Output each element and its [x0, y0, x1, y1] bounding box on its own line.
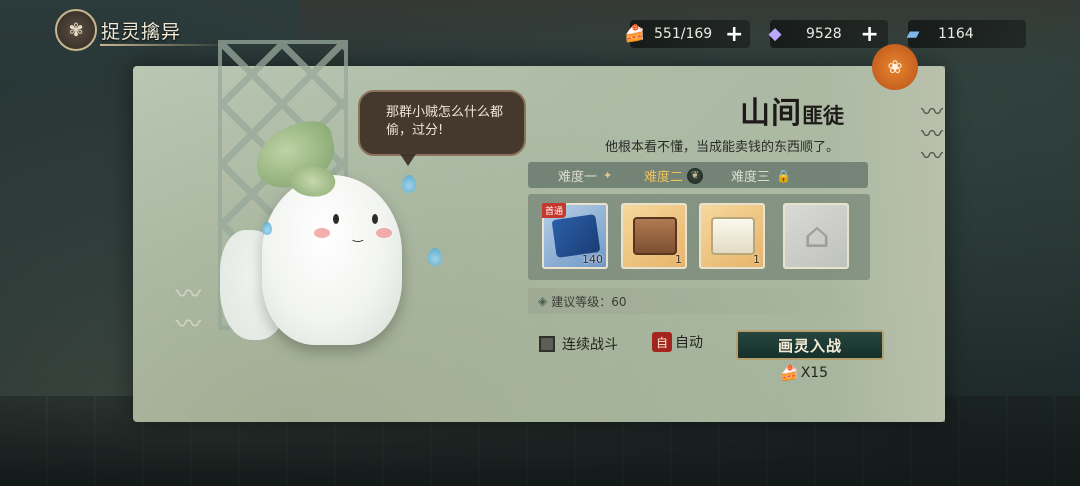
stage-name-sub: 匪徒 [802, 103, 844, 128]
cake-icon: 🍰 [780, 364, 799, 382]
brush-decoration: 〰〰 [171, 280, 201, 340]
calligraphy-decoration: 〰〰〰 [917, 100, 942, 166]
unknown-item-icon: ⌂ [804, 216, 830, 256]
stage-title: 山间匪徒 [740, 88, 844, 132]
reward-count: 140 [582, 253, 603, 266]
ornament-icon: ❦ [687, 167, 704, 184]
tab-label: 难度三 [731, 170, 771, 185]
cost-value: X15 [800, 365, 829, 381]
reward-unknown[interactable]: ⌂ [783, 203, 849, 269]
auto-icon: 自 [652, 332, 672, 352]
butterfly-icon[interactable]: ✾ [55, 9, 97, 51]
speech-bubble-tail [400, 154, 416, 166]
sparkle-icon: ✦ [603, 169, 613, 182]
tab-difficulty-1[interactable]: 难度一 ✦ [558, 166, 612, 185]
chest-icon [633, 217, 677, 255]
add-cake-button[interactable]: + [722, 22, 746, 47]
box-icon [711, 217, 755, 255]
ghost-eye [372, 214, 378, 224]
ticket-icon: ▰ [906, 24, 920, 44]
resource-value: 9528 [806, 26, 842, 42]
title-underline [100, 44, 230, 46]
wisp-icon [428, 248, 442, 266]
reward-book[interactable]: 首通 140 [542, 203, 608, 269]
suggested-level-text: 建议等级：60 [551, 294, 627, 309]
tab-label: 难度二 [644, 170, 684, 185]
reward-count: 1 [753, 253, 760, 266]
diamond-icon: ◆ [768, 24, 782, 44]
reward-box[interactable]: 1 [699, 203, 765, 269]
tab-label: 难度一 [558, 170, 598, 185]
resource-ticket: ▰ 1164 [906, 20, 1026, 48]
book-icon [551, 214, 601, 258]
speech-bubble: 那群小贼怎么什么都偷，过分! [358, 90, 526, 156]
cake-icon: 🍰 [624, 24, 646, 44]
tab-difficulty-2[interactable]: 难度二 ❦ [644, 166, 704, 185]
first-clear-badge: 首通 [542, 203, 567, 218]
continuous-battle-toggle[interactable]: 连续战斗 [539, 334, 618, 354]
dialogue-text: 那群小贼怎么什么都偷，过分! [386, 105, 504, 138]
stage-name-main: 山间 [740, 96, 802, 131]
wisp-icon [262, 222, 272, 235]
reward-count: 1 [675, 253, 682, 266]
ghost-cheek [314, 228, 330, 238]
tab-difficulty-3[interactable]: 难度三 🔒 [731, 166, 791, 186]
reward-chest[interactable]: 1 [621, 203, 687, 269]
seal-icon: ❀ [872, 44, 918, 90]
continuous-battle-label: 连续战斗 [562, 337, 618, 353]
wisp-icon [402, 175, 416, 193]
ghost-cheek [376, 228, 392, 238]
stage-description: 他根本看不懂，当成能卖钱的东西顺了。 [605, 140, 840, 155]
resource-value: 1164 [938, 26, 974, 42]
auto-label: 自动 [675, 335, 703, 351]
suggested-level: ◈ 建议等级：60 [528, 288, 870, 314]
resource-diamond: ◆ 9528 + [768, 20, 888, 48]
battle-cost: 🍰 X15 [780, 364, 828, 382]
checkbox[interactable] [539, 336, 555, 352]
resource-cake: 🍰 551/169 + [624, 20, 750, 48]
diamond-marker-icon: ◈ [538, 294, 548, 308]
lock-icon: 🔒 [776, 168, 791, 183]
ghost-character [262, 175, 402, 345]
add-diamond-button[interactable]: + [858, 22, 882, 47]
ghost-mouth: ‿ [353, 228, 363, 242]
resource-value: 551/169 [654, 26, 713, 42]
ghost-eye [333, 214, 339, 224]
auto-toggle[interactable]: 自 自动 [652, 332, 703, 352]
enter-battle-button[interactable]: 画灵入战 [736, 330, 884, 360]
page-title: 捉灵擒异 [101, 20, 182, 43]
